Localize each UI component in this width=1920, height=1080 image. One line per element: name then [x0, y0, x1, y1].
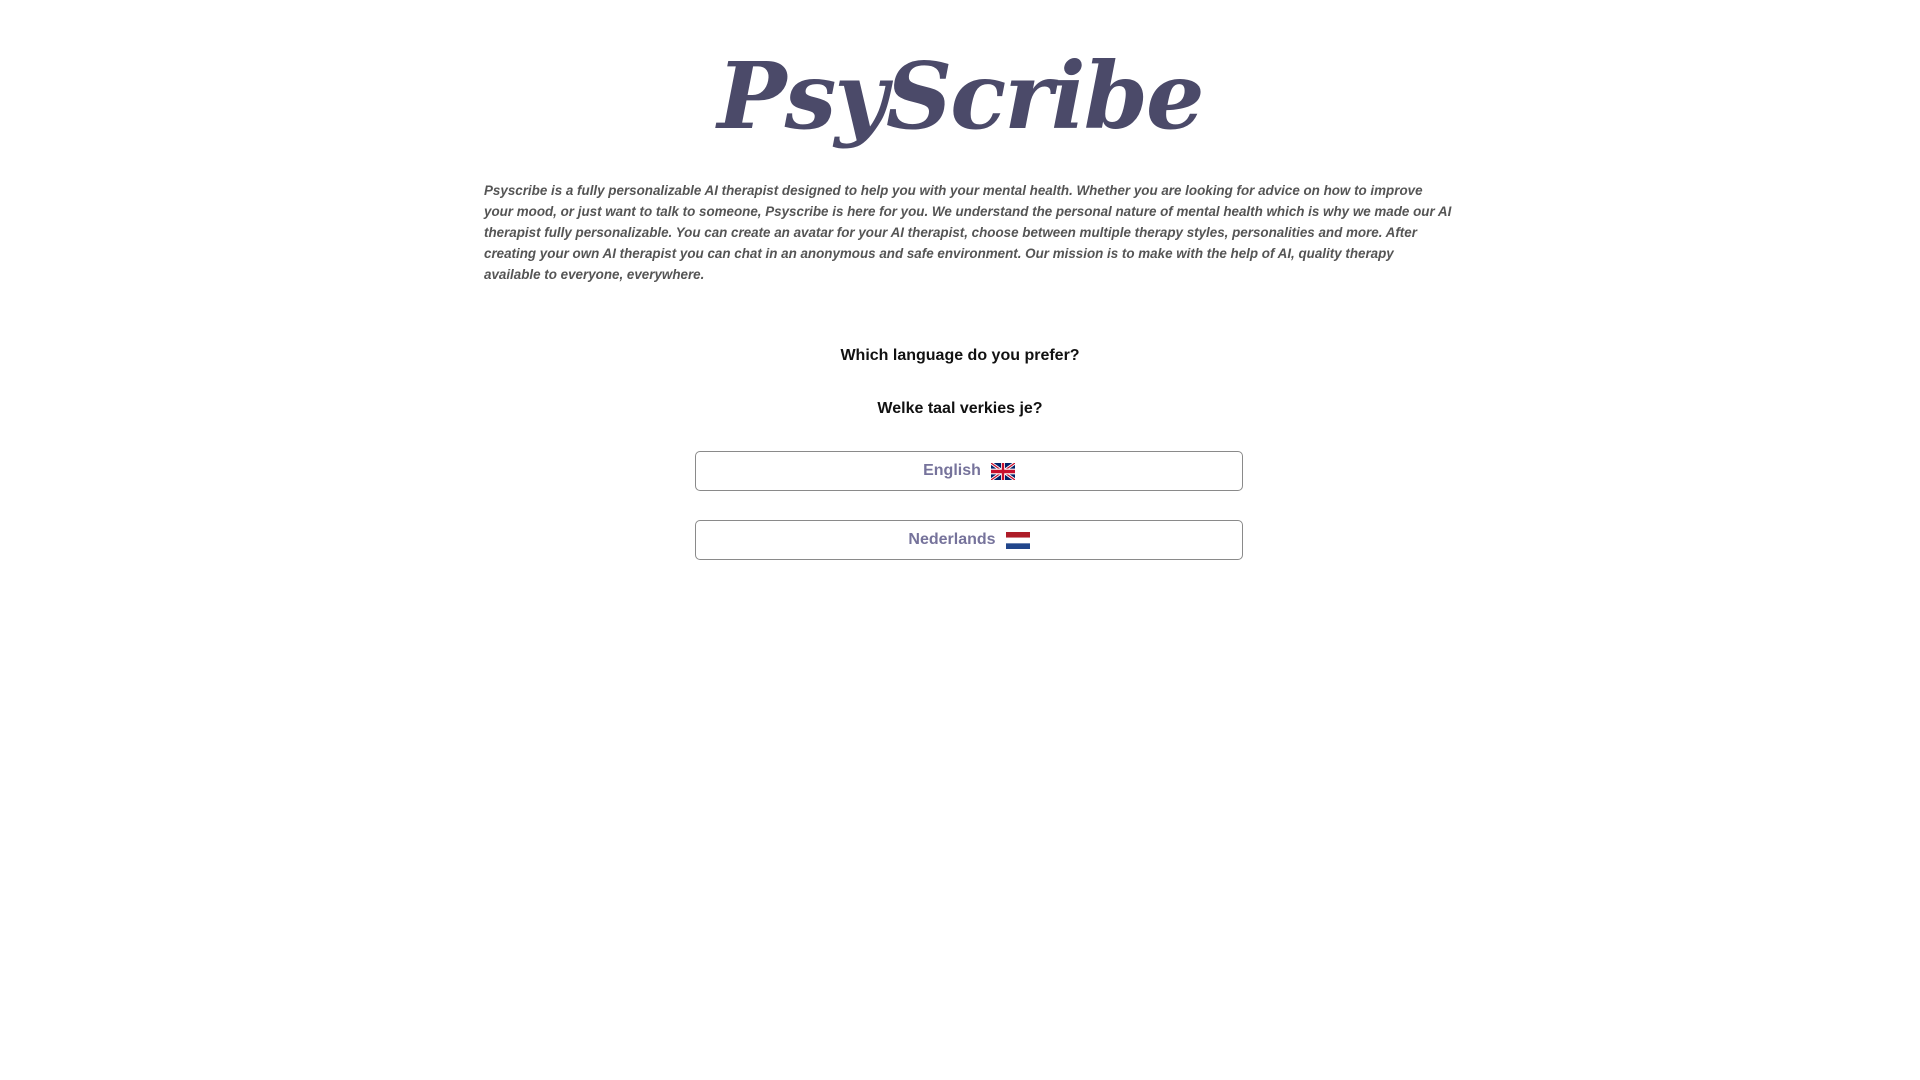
language-question-dutch: Welke taal verkies je?	[877, 400, 1043, 417]
english-button[interactable]: English	[695, 451, 1243, 491]
psyscribe-logo: PsyScribe	[717, 42, 1204, 150]
nederlands-button-label: Nederlands	[908, 531, 996, 548]
uk-flag-icon	[990, 462, 1015, 480]
intro-description: Psyscribe is a fully personalizable AI t…	[484, 183, 1452, 282]
netherlands-flag-icon	[1005, 531, 1030, 549]
language-selection-page: PsyScribe Psyscribe is a fully personali…	[0, 0, 1920, 1080]
english-button-label: English	[923, 462, 981, 479]
nederlands-button[interactable]: Nederlands	[695, 520, 1243, 560]
language-question-english: Which language do you prefer?	[840, 347, 1080, 364]
